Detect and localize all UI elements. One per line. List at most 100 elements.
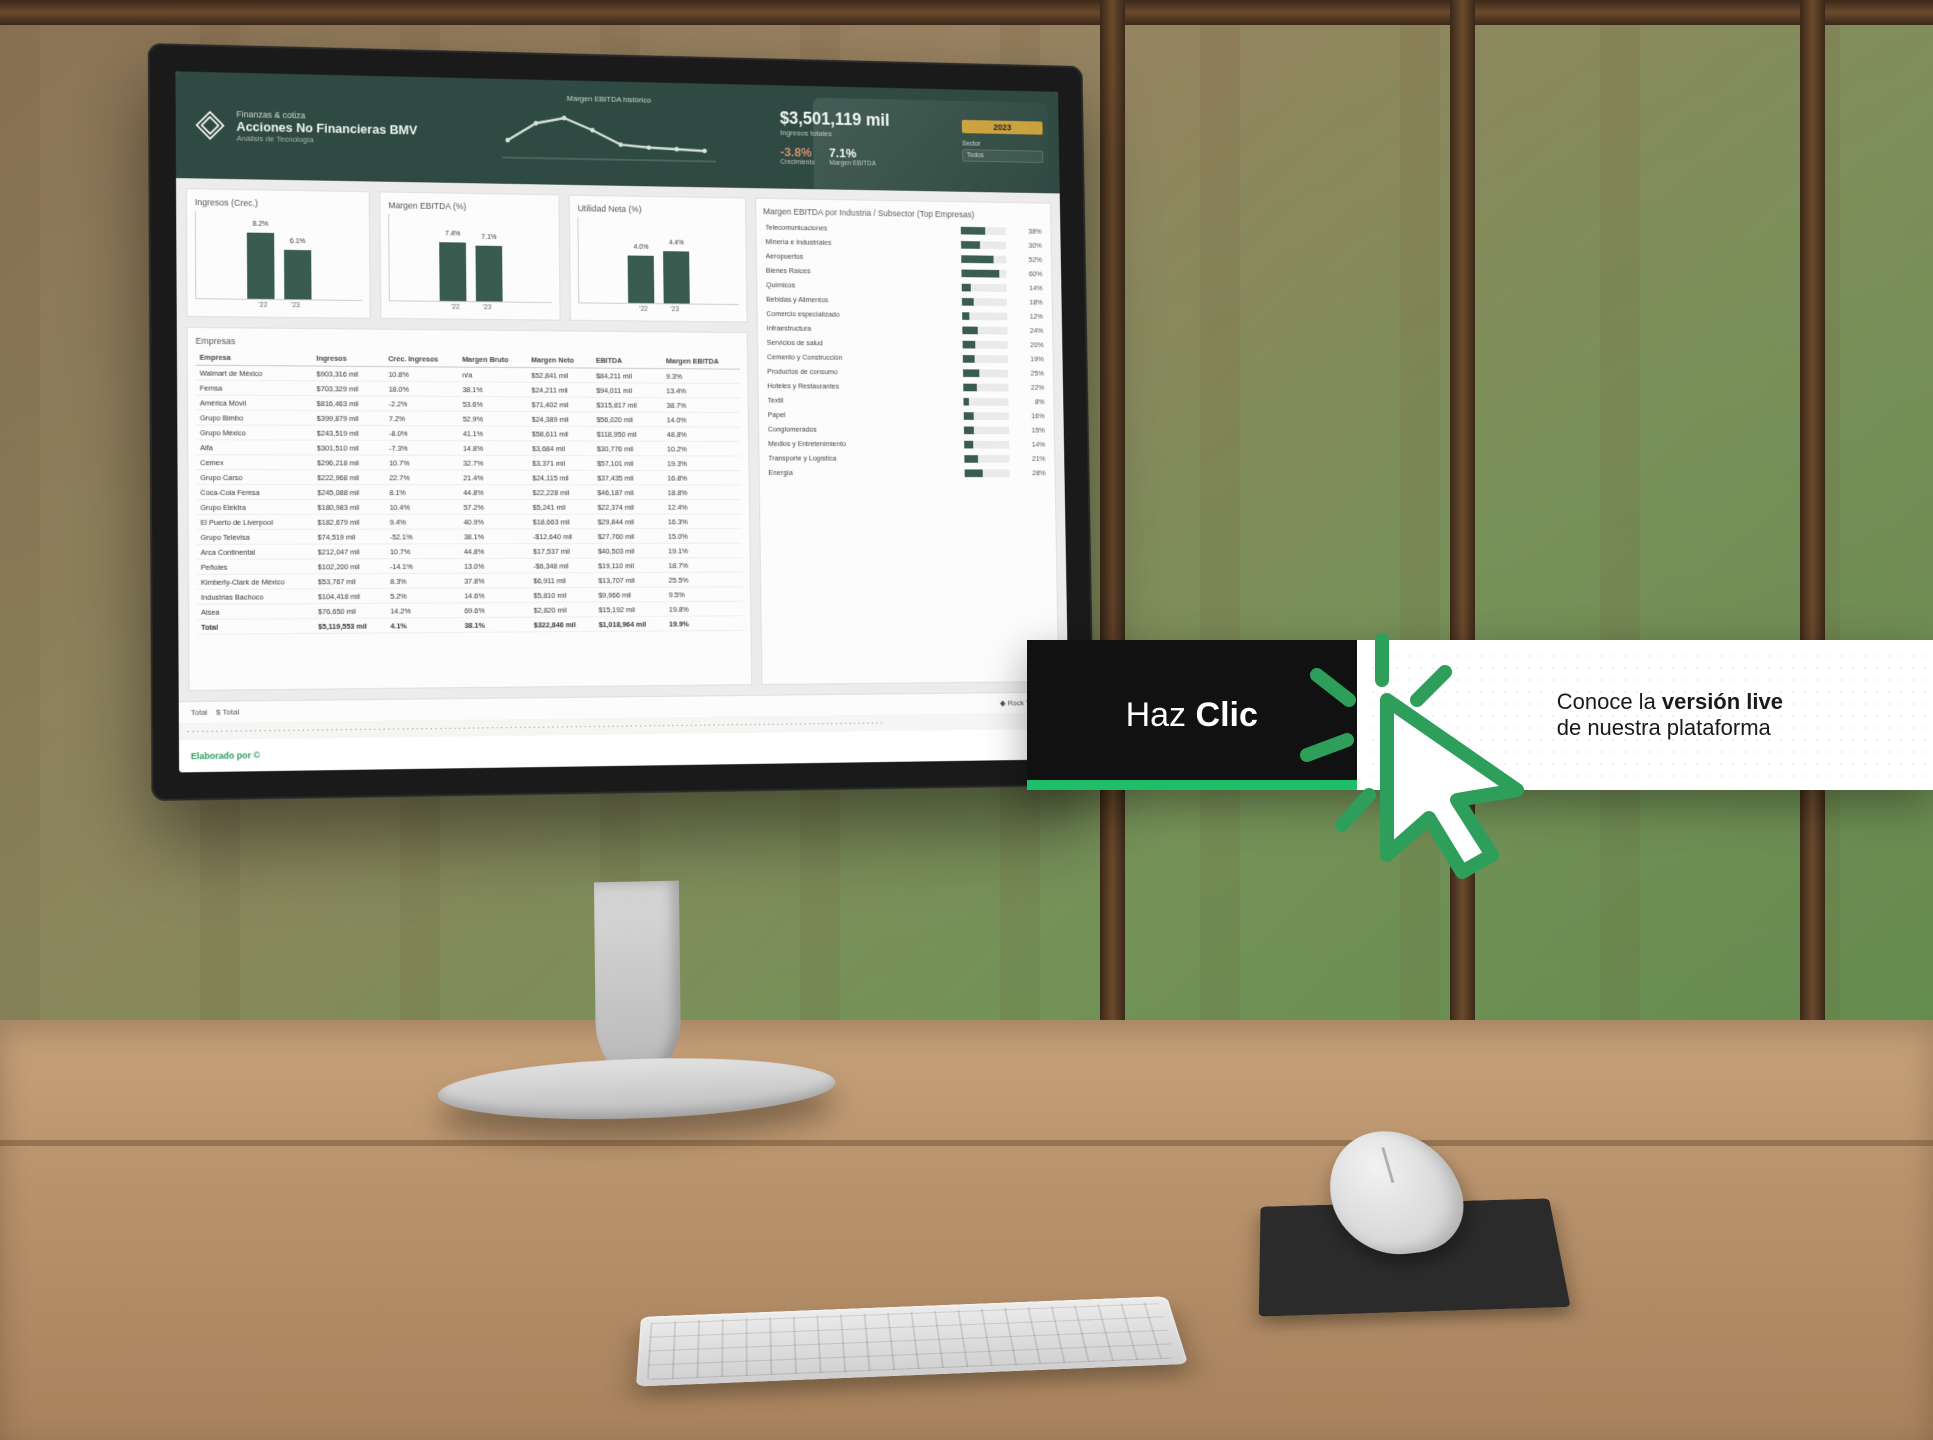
table-row[interactable]: Grupo Televisa$74,519 mil-52.1%38.1%-$12… xyxy=(197,529,742,545)
sector-label: Sector xyxy=(962,141,1043,149)
mini-chart-title: Margen EBITDA (%) xyxy=(388,200,551,212)
industry-value: 28% xyxy=(1015,469,1046,478)
table-title: Empresas xyxy=(196,336,740,350)
industry-metric-row[interactable]: Transporte y Logística 21% xyxy=(766,451,1047,466)
table-row[interactable]: Cemex$296,218 mil10.7%32.7%$3,371 mil$57… xyxy=(196,455,741,471)
companies-table[interactable]: EmpresaIngresosCrec. IngresosMargen Brut… xyxy=(196,350,743,635)
sector-select[interactable]: Todos xyxy=(962,149,1043,163)
industry-value: 8% xyxy=(1014,397,1045,406)
mini-bar: 8.2% xyxy=(247,232,275,299)
industry-bar xyxy=(963,369,1008,377)
footer-tag-b[interactable]: $ Total xyxy=(216,707,239,716)
industry-bar xyxy=(961,241,1006,249)
industry-metric-row[interactable]: Energía 28% xyxy=(767,465,1048,480)
mini-chart-panel: Margen EBITDA (%)7.4%7.1%’22’23 xyxy=(379,191,560,320)
industry-name: Servicios de salud xyxy=(767,338,958,348)
table-header-cell[interactable]: Crec. Ingresos xyxy=(384,351,458,367)
industry-bar xyxy=(962,298,1007,306)
dashboard-screen: Finanzas & cotiza Acciones No Financiera… xyxy=(175,71,1069,772)
table-row[interactable]: Grupo México$243,519 mil-8.0%41.1%$58,61… xyxy=(196,425,740,442)
industry-name: Papel xyxy=(768,410,959,420)
industry-name: Aeropuertos xyxy=(766,252,956,263)
industry-name: Productos de consumo xyxy=(767,367,958,377)
industry-bar xyxy=(964,412,1009,420)
header-chart-title: Margen EBITDA histórico xyxy=(567,94,651,105)
cta-text-a: Haz xyxy=(1126,696,1186,734)
industry-bar xyxy=(963,397,1008,405)
table-row[interactable]: Coca-Cola Femsa$245,088 mil8.1%44.8%$22,… xyxy=(196,485,741,500)
table-header-cell[interactable]: Margen Neto xyxy=(527,352,592,368)
table-header-cell[interactable]: Margen Bruto xyxy=(458,352,527,368)
header-controls: 2023 Sector Todos xyxy=(962,120,1043,163)
industry-bar xyxy=(961,226,1006,234)
dashboard-header: Finanzas & cotiza Acciones No Financiera… xyxy=(175,71,1059,193)
brand-logo-icon xyxy=(193,108,226,142)
industry-margin-panel: Margen EBITDA por Industria / Subsector … xyxy=(755,198,1059,685)
mini-chart-panel: Utilidad Neta (%)4.0%4.4%’22’23 xyxy=(569,195,747,323)
industry-metric-row[interactable]: Conglomerados15% xyxy=(766,422,1047,437)
table-row[interactable]: Total$5,119,553 mil4.1%38.1%$322,846 mil… xyxy=(197,616,743,635)
mini-bar: 7.1% xyxy=(476,246,503,302)
industry-bar xyxy=(963,355,1008,363)
industry-name: Cemento y Construcción xyxy=(767,352,958,362)
cta-copy-b: versión live xyxy=(1662,689,1783,714)
cta-banner[interactable]: Haz Clic xyxy=(1027,640,1933,790)
table-header-cell[interactable]: Margen EBITDA xyxy=(662,354,739,370)
industry-value: 12% xyxy=(1013,312,1044,321)
industry-value: 30% xyxy=(1011,241,1042,250)
industry-value: 22% xyxy=(1014,383,1045,392)
industry-value: 21% xyxy=(1015,454,1046,463)
table-row[interactable]: El Puerto de Liverpool$182,679 mil9.4%40… xyxy=(197,514,742,529)
brand-block: Finanzas & cotiza Acciones No Financiera… xyxy=(193,108,435,146)
industry-value: 25% xyxy=(1013,369,1044,378)
industry-name: Hoteles y Restaurantes xyxy=(767,381,958,391)
industry-name: Transporte y Logística xyxy=(768,454,959,463)
industry-bar xyxy=(963,383,1008,391)
industry-bar xyxy=(962,326,1007,334)
industry-bar xyxy=(961,255,1006,263)
industry-name: Bebidas y Alimentos xyxy=(766,295,956,306)
industry-bar xyxy=(965,469,1010,477)
industry-metric-row[interactable]: Papel 16% xyxy=(766,407,1047,423)
cta-light-block[interactable]: Conoce la versión live de nuestra plataf… xyxy=(1357,640,1933,790)
table-header-cell[interactable]: EBITDA xyxy=(592,353,662,369)
industry-value: 38% xyxy=(1011,227,1042,236)
kpi-margin: 7.1% Margen EBITDA xyxy=(829,146,876,168)
industry-name: Telecomunicaciones xyxy=(765,223,955,234)
cta-copy-a: Conoce la xyxy=(1557,689,1662,714)
monitor: Finanzas & cotiza Acciones No Financiera… xyxy=(148,43,1098,962)
mini-chart-panel: Ingresos (Crec.)8.2%6.1%’22’23 xyxy=(186,188,371,319)
table-row[interactable]: Grupo Carso$222,968 mil22.7%21.4%$24,115… xyxy=(196,470,741,485)
industry-value: 15% xyxy=(1014,426,1045,435)
industry-value: 52% xyxy=(1012,255,1043,264)
industry-bar xyxy=(961,269,1006,277)
kpi-growth: -3.8% Crecimiento xyxy=(780,145,815,167)
industry-name: Energía xyxy=(768,468,959,477)
mini-bar: 7.4% xyxy=(439,242,466,301)
table-header-cell[interactable]: Empresa xyxy=(196,350,313,366)
table-header-cell[interactable]: Ingresos xyxy=(312,351,384,367)
footer-tag-a[interactable]: Total xyxy=(191,708,208,717)
table-row[interactable]: Grupo Elektra$180,983 mil10.4%57.2%$5,24… xyxy=(196,500,741,515)
industry-value: 16% xyxy=(1014,412,1045,421)
header-sparkline-chart: Margen EBITDA histórico xyxy=(454,91,762,174)
industry-metric-row[interactable]: Textil 8% xyxy=(766,393,1047,409)
companies-table-panel: Empresas EmpresaIngresosCrec. IngresosMa… xyxy=(187,327,752,691)
mini-bar: 6.1% xyxy=(284,249,312,299)
mini-chart-title: Utilidad Neta (%) xyxy=(578,203,738,215)
industry-name: Minería e Industriales xyxy=(765,237,955,248)
industry-bar xyxy=(962,312,1007,320)
mini-chart-title: Ingresos (Crec.) xyxy=(195,197,362,210)
industry-name: Comercio especializado xyxy=(766,309,956,320)
industry-bar xyxy=(964,440,1009,448)
industry-name: Medios y Entretenimiento xyxy=(768,439,959,448)
year-badge[interactable]: 2023 xyxy=(962,120,1043,135)
industry-metric-row[interactable]: Medios y Entretenimiento14% xyxy=(766,436,1047,451)
industry-name: Textil xyxy=(768,396,959,406)
industry-value: 18% xyxy=(1012,298,1043,307)
industry-value: 20% xyxy=(1013,340,1044,349)
table-row[interactable]: Alfa$301,510 mil-7.3%14.8%$3,684 mil$30,… xyxy=(196,440,740,456)
industry-bar xyxy=(964,426,1009,434)
industry-value: 14% xyxy=(1012,283,1043,292)
industry-bar xyxy=(964,455,1009,463)
